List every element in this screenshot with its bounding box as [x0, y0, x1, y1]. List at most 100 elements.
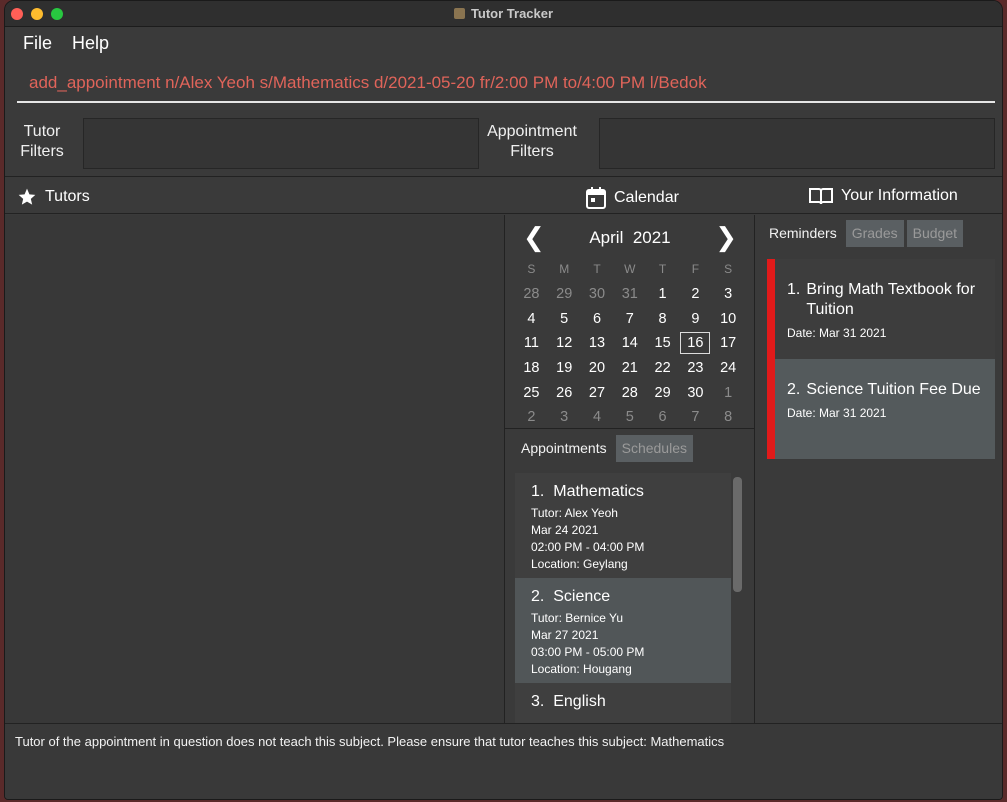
appointment-tabs: Appointments Schedules [515, 435, 693, 462]
app-window: Tutor Tracker File Help add_appointment … [4, 0, 1003, 800]
reminder-card[interactable]: 1. Bring Math Textbook for Tuition Date: M… [767, 259, 995, 359]
menu-file[interactable]: File [23, 33, 52, 54]
maximize-window-button[interactable] [51, 8, 63, 20]
appointment-location: Location: Hougang [531, 662, 632, 676]
calendar-day[interactable]: 30 [679, 385, 712, 401]
appointment-card[interactable]: 1. Mathematics Tutor: Alex Yeoh Mar 24 202… [515, 473, 731, 578]
appointment-date: Mar 27 2021 [531, 628, 599, 642]
calendar-day[interactable]: 2 [515, 409, 548, 425]
calendar-day[interactable]: 18 [515, 360, 548, 376]
calendar-day[interactable]: 1 [646, 286, 679, 302]
calendar-day[interactable]: 30 [581, 286, 614, 302]
title-bar: Tutor Tracker [5, 1, 1002, 27]
calendar-day[interactable]: 26 [548, 385, 581, 401]
tutor-filters-box[interactable] [83, 118, 479, 169]
calendar-day[interactable]: 20 [581, 360, 614, 376]
calendar-day[interactable]: 3 [548, 409, 581, 425]
appointments-pane: Appointments Schedules 1. Mathematics Tut… [505, 429, 755, 723]
calendar-day[interactable]: 1 [712, 385, 745, 401]
calendar-day[interactable]: 7 [613, 311, 646, 327]
tab-budget[interactable]: Budget [906, 220, 963, 247]
reminder-date: Date: Mar 31 2021 [787, 406, 887, 420]
appointment-index: 3. [531, 693, 545, 710]
calendar-grid: S M T W T F S 28 29 30 31 1 2 3 4 5 6 7 8 9 10 11 12 13 14 15 16 17… [515, 257, 755, 430]
calendar-day[interactable]: 6 [646, 409, 679, 425]
calendar-day[interactable]: 3 [712, 286, 745, 302]
appointment-subject: Science [553, 588, 611, 605]
calendar-header-label: Calendar [614, 189, 679, 206]
calendar-pane: ❮ April 2021 ❯ S M T W T F S 28 29 30 31 1 2 3 4 5 6 7 8 9 1… [505, 215, 755, 429]
calendar-day[interactable]: 13 [581, 335, 614, 351]
calendar-day[interactable]: 4 [515, 311, 548, 327]
appointment-card[interactable]: 2. Science Tutor: Bernice Yu Mar 27 2021 03… [515, 578, 731, 683]
calendar-day[interactable]: 24 [712, 360, 745, 376]
calendar-icon [586, 187, 606, 209]
info-pane: Reminders Grades Budget 1. Bring Math Tex… [755, 215, 1002, 723]
appointment-subject: English [553, 693, 606, 710]
calendar-day[interactable]: 5 [548, 311, 581, 327]
calendar-day[interactable]: 4 [581, 409, 614, 425]
calendar-day[interactable]: 28 [515, 286, 548, 302]
calendar-day[interactable]: 21 [613, 360, 646, 376]
appointment-card[interactable]: 3. English [515, 683, 731, 723]
tutors-list-pane[interactable] [5, 215, 505, 723]
appointment-filters-box[interactable] [599, 118, 995, 169]
calendar-week-row: 4 5 6 7 8 9 10 [515, 306, 755, 331]
command-input[interactable]: add_appointment n/Alex Yeoh s/Mathematic… [17, 65, 995, 103]
menu-help[interactable]: Help [72, 33, 109, 54]
calendar-day[interactable]: 22 [646, 360, 679, 376]
tab-schedules[interactable]: Schedules [615, 435, 693, 462]
calendar-day[interactable]: 29 [548, 286, 581, 302]
calendar-day[interactable]: 14 [613, 335, 646, 351]
menu-bar: File Help [5, 27, 1002, 60]
reminder-index: 1. [787, 281, 801, 298]
close-window-button[interactable] [11, 8, 23, 20]
tab-grades[interactable]: Grades [845, 220, 904, 247]
calendar-day[interactable]: 16 [680, 332, 711, 355]
calendar-weekday-row: SMTWTFS [515, 257, 755, 282]
calendar-week-row: 11 12 13 14 15 16 17 [515, 331, 755, 356]
status-message: Tutor of the appointment in question doe… [5, 723, 1002, 799]
reminder-date: Date: Mar 31 2021 [787, 326, 887, 340]
tab-reminders[interactable]: Reminders [763, 220, 843, 247]
calendar-day[interactable]: 8 [646, 311, 679, 327]
calendar-day[interactable]: 25 [515, 385, 548, 401]
calendar-day[interactable]: 2 [679, 286, 712, 302]
reminder-list[interactable]: 1. Bring Math Textbook for Tuition Date: M… [767, 259, 995, 459]
calendar-week-row: 28 29 30 31 1 2 3 [515, 282, 755, 307]
info-header: Your Information [809, 187, 958, 205]
calendar-day[interactable]: 11 [515, 335, 548, 351]
minimize-window-button[interactable] [31, 8, 43, 20]
calendar-day[interactable]: 28 [613, 385, 646, 401]
calendar-week-row: 25 26 27 28 29 30 1 [515, 380, 755, 405]
calendar-day[interactable]: 19 [548, 360, 581, 376]
appointment-filters-label: Appointment Filters [487, 123, 577, 160]
appointment-title: 1. Mathematics [531, 483, 731, 501]
appointment-tutor: Tutor: Alex Yeoh [531, 506, 618, 520]
appointment-index: 1. [531, 483, 545, 500]
calendar-day[interactable]: 6 [581, 311, 614, 327]
appointment-tutor: Tutor: Bernice Yu [531, 611, 624, 625]
calendar-day[interactable]: 9 [679, 311, 712, 327]
calendar-header: Calendar [586, 187, 679, 209]
calendar-day[interactable]: 8 [712, 409, 745, 425]
calendar-day[interactable]: 15 [646, 335, 679, 351]
reminder-card[interactable]: 2. Science Tuition Fee Due Date: Mar 31 20… [767, 359, 995, 459]
next-month-button[interactable]: ❯ [715, 225, 737, 251]
calendar-day[interactable]: 23 [679, 360, 712, 376]
appointment-list[interactable]: 1. Mathematics Tutor: Alex Yeoh Mar 24 202… [515, 473, 731, 723]
calendar-day[interactable]: 12 [548, 335, 581, 351]
calendar-day[interactable]: 17 [712, 335, 745, 351]
prev-month-button[interactable]: ❮ [523, 225, 545, 251]
calendar-day[interactable]: 10 [712, 311, 745, 327]
tab-appointments[interactable]: Appointments [515, 435, 613, 462]
calendar-day[interactable]: 7 [679, 409, 712, 425]
weekday-label: F [691, 262, 700, 277]
calendar-day[interactable]: 31 [613, 286, 646, 302]
calendar-day[interactable]: 5 [613, 409, 646, 425]
calendar-day[interactable]: 29 [646, 385, 679, 401]
appointment-title: 2. Science [531, 588, 731, 606]
appointment-scrollbar[interactable] [733, 477, 742, 592]
reminder-title-row: 1. Bring Math Textbook for Tuition [787, 280, 995, 320]
calendar-day[interactable]: 27 [581, 385, 614, 401]
